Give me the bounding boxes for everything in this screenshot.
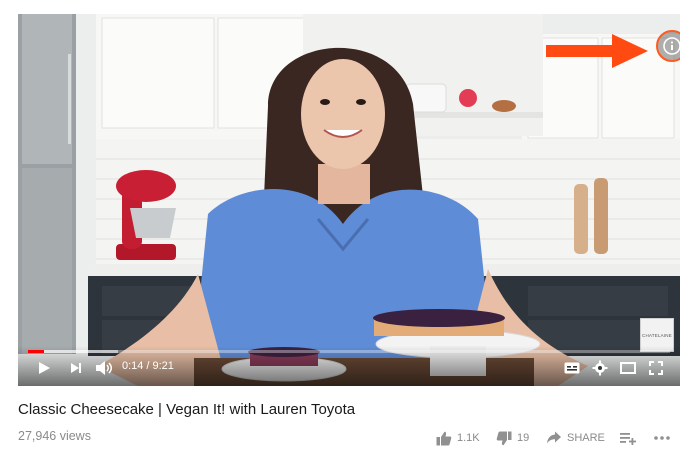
like-button[interactable]: 1.1K <box>436 428 480 448</box>
play-button[interactable] <box>34 358 54 378</box>
skip-next-icon <box>71 363 81 373</box>
theater-icon <box>620 362 636 374</box>
volume-button[interactable] <box>94 358 114 378</box>
time-display: 0:14/9:21 <box>122 360 174 372</box>
fullscreen-icon <box>649 361 663 375</box>
dislike-button[interactable]: 19 <box>496 428 529 448</box>
video-title: Classic Cheesecake | Vegan It! with Laur… <box>18 401 356 418</box>
subtitles-button[interactable] <box>562 358 582 378</box>
theater-mode-button[interactable] <box>618 358 638 378</box>
captions-icon <box>564 362 580 374</box>
view-count: 27,946 views <box>18 429 91 443</box>
share-button[interactable]: SHARE <box>546 428 605 448</box>
dislike-count: 19 <box>517 432 530 444</box>
more-horizontal-icon <box>654 436 670 440</box>
info-icon <box>663 37 680 55</box>
next-button[interactable] <box>66 358 86 378</box>
info-card-button[interactable] <box>656 30 680 62</box>
current-time: 0:14 <box>122 360 144 372</box>
volume-icon <box>96 361 112 375</box>
share-label: SHARE <box>567 432 605 444</box>
playlist-add-icon <box>620 433 636 445</box>
settings-button[interactable] <box>590 358 610 378</box>
fullscreen-button[interactable] <box>646 358 666 378</box>
play-icon <box>39 362 50 374</box>
share-arrow-icon <box>547 431 561 444</box>
video-player[interactable]: CHATELAINE 0:14/9:21 <box>18 14 680 386</box>
thumbs-up-icon <box>436 431 452 445</box>
more-actions-button[interactable] <box>654 428 670 448</box>
player-controls: 0:14/9:21 <box>18 346 680 386</box>
duration: 9:21 <box>152 360 174 372</box>
add-to-playlist-button[interactable] <box>620 428 636 448</box>
thumbs-down-icon <box>496 431 512 445</box>
watermark-text: CHATELAINE <box>642 332 672 338</box>
progress-bar[interactable] <box>28 350 670 353</box>
annotation-arrow <box>546 34 648 68</box>
played-bar <box>28 350 45 353</box>
gear-icon <box>592 360 608 376</box>
like-count: 1.1K <box>457 432 480 444</box>
